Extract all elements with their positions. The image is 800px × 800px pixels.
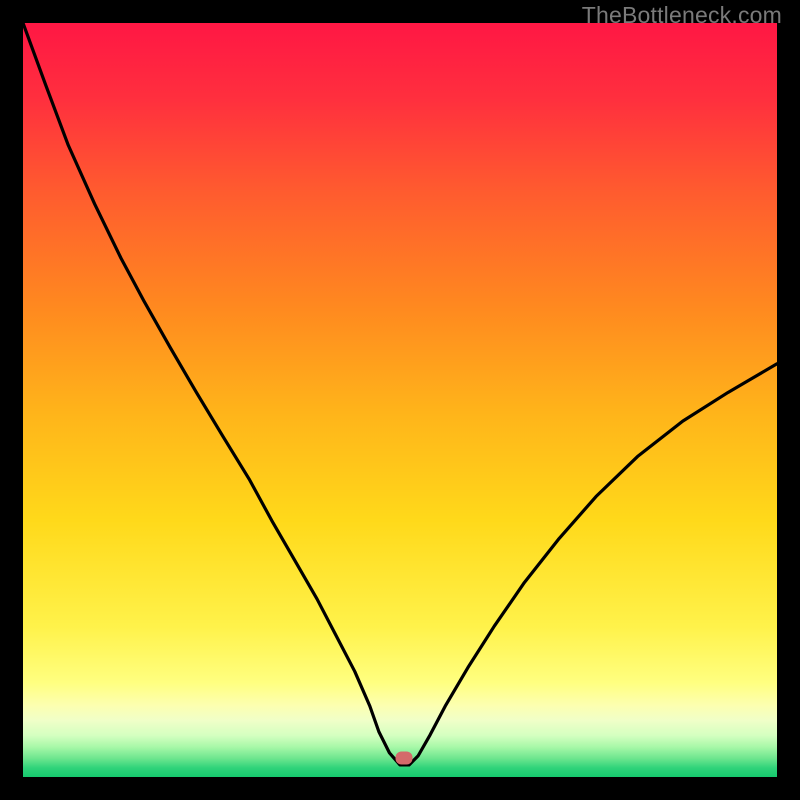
plot-area	[23, 23, 777, 777]
chart-svg	[23, 23, 777, 777]
gradient-background	[23, 23, 777, 777]
chart-frame: TheBottleneck.com	[0, 0, 800, 800]
optimum-marker	[395, 752, 412, 765]
watermark-text: TheBottleneck.com	[582, 2, 782, 29]
